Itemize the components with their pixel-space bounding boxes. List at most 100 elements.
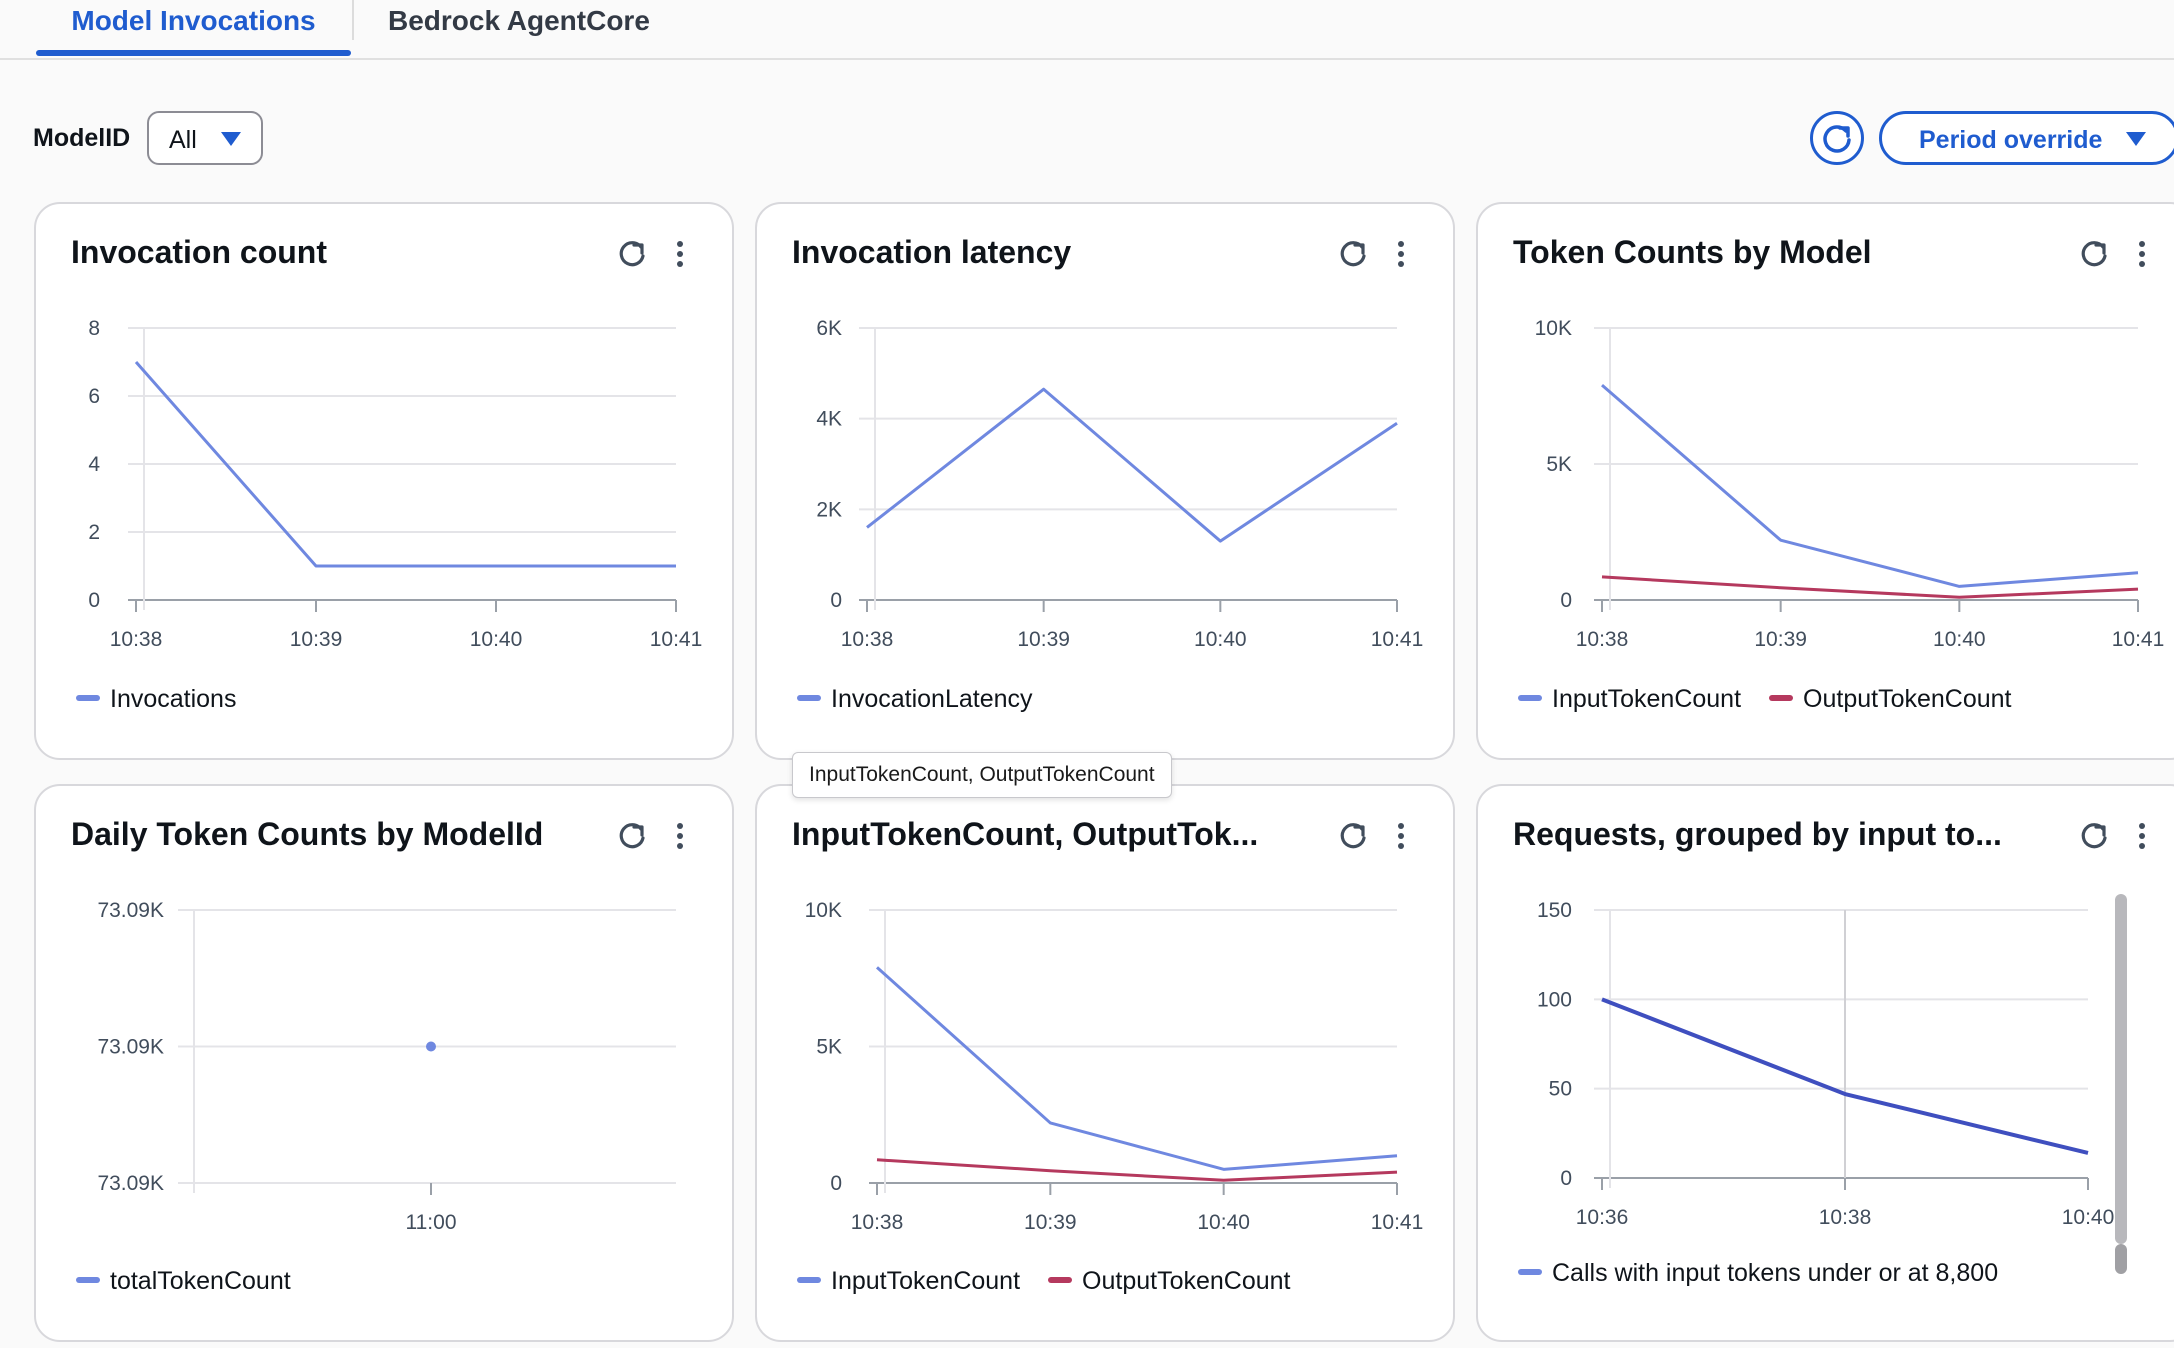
chart-legend: InputTokenCount OutputTokenCount [1518,685,2040,714]
x-tick-label: 10:40 [2062,1206,2115,1229]
legend-item[interactable]: InputTokenCount [797,1267,1020,1296]
legend-swatch [1518,1269,1542,1276]
x-tick-label: 10:40 [1194,628,1247,651]
x-tick-label: 10:40 [1933,628,1986,651]
y-tick-label: 0 [830,1172,842,1195]
x-tick-label: 10:36 [1576,1206,1629,1229]
legend-swatch [76,695,100,702]
y-tick-label: 100 [1537,988,1572,1011]
x-tick-label: 10:38 [1819,1206,1872,1229]
legend-label: InvocationLatency [831,685,1033,713]
legend-swatch [797,1277,821,1284]
y-tick-label: 0 [88,589,100,612]
x-tick-label: 10:39 [290,628,343,651]
period-override-button[interactable]: Period override [1879,111,2174,165]
legend-item[interactable]: InputTokenCount [1518,685,1741,714]
legend-swatch [76,1277,100,1284]
chart-legend: totalTokenCount [76,1267,319,1296]
legend-label: InputTokenCount [831,1267,1021,1295]
y-tick-label: 10K [1535,317,1572,340]
widget-title-tooltip: InputTokenCount, OutputTokenCount [792,752,1172,798]
y-tick-label: 2 [88,521,100,544]
chart-plot: 73.09K 73.09K 73.09K 11:00 [97,899,676,1234]
widget-input-output-token-count: InputTokenCount, OutputTok... 0 5K 10K 10:3… [755,784,1455,1342]
tab-divider [352,0,354,40]
series-line[interactable] [1601,383,2139,588]
modelid-filter-label: ModelID [33,124,131,152]
caret-down-icon [221,132,241,146]
chart-legend: InputTokenCount OutputTokenCount [797,1267,1319,1296]
y-tick-label: 5K [816,1036,842,1059]
x-tick-label: 10:40 [1197,1211,1250,1234]
y-tick-label: 10K [805,899,842,922]
y-tick-label: 73.09K [97,899,164,922]
widget-requests-grouped: Requests, grouped by input to... 0 50 100 1… [1476,784,2174,1342]
widget-scrollbar[interactable] [2111,888,2131,1308]
y-tick-label: 4K [816,408,842,431]
y-tick-label: 2K [816,498,842,521]
y-tick-label: 50 [1549,1078,1572,1101]
legend-label: OutputTokenCount [1082,1267,1291,1295]
chart-plot: 0 5K 10K 10:38 10:39 10:40 10:41 [805,899,1424,1234]
scrollbar-track [2115,894,2127,1244]
chart-plot: 0 2K 4K 6K 10:38 10:39 10:40 10:41 [816,317,1424,651]
x-tick-label: 10:41 [650,628,703,651]
widget-invocation-count: Invocation count 0 2 4 6 8 10:38 10:39 10:40 10:… [34,202,734,760]
refresh-icon [1823,125,1851,153]
x-tick-label: 11:00 [406,1211,457,1234]
y-tick-label: 8 [88,317,100,340]
caret-down-icon [2126,132,2146,146]
y-tick-label: 6 [88,385,100,408]
x-tick-label: 10:40 [470,628,523,651]
period-override-label: Period override [1919,126,2103,154]
legend-item[interactable]: totalTokenCount [76,1267,291,1296]
x-tick-label: 10:41 [1371,628,1424,651]
legend-label: totalTokenCount [110,1267,291,1295]
scrollbar-thumb[interactable] [2115,1244,2127,1274]
legend-label: Calls with input tokens under or at 8,80… [1552,1259,1999,1287]
legend-label: OutputTokenCount [1803,685,2012,713]
legend-swatch [1769,695,1794,702]
legend-item[interactable]: Invocations [76,685,236,714]
legend-label: Invocations [110,685,237,713]
chart-plot: 0 2 4 6 8 10:38 10:39 10:40 10:41 [88,317,703,651]
chart-plot: 0 5K 10K 10:38 10:39 10:40 10:41 [1535,317,2165,651]
y-tick-label: 73.09K [97,1172,164,1195]
x-tick-label: 10:38 [110,628,163,651]
series-line[interactable] [875,966,1398,1171]
x-tick-label: 10:38 [841,628,894,651]
series-line[interactable] [866,387,1398,543]
tab-model-invocations[interactable]: Model Invocations [36,0,351,56]
widget-invocation-latency: Invocation latency 0 2K 4K 6K 10:38 10:39 10:4… [755,202,1455,760]
x-tick-label: 10:41 [2112,628,2165,651]
legend-swatch [1518,695,1542,702]
tab-bedrock-agentcore[interactable]: Bedrock AgentCore [388,0,650,42]
legend-item[interactable]: OutputTokenCount [1048,1267,1291,1296]
tab-bar: Model Invocations Bedrock AgentCore [0,0,2174,60]
refresh-all-button[interactable] [1810,111,1864,165]
chart-legend: Invocations [76,685,264,714]
widget-daily-token-counts: Daily Token Counts by ModelId 73.09K 73.0… [34,784,734,1342]
y-tick-label: 0 [830,589,842,612]
x-tick-label: 10:39 [1754,628,1807,651]
y-tick-label: 0 [1560,589,1572,612]
x-tick-label: 10:39 [1017,628,1070,651]
legend-swatch [797,695,821,702]
y-tick-label: 0 [1560,1167,1572,1190]
legend-label: InputTokenCount [1552,685,1742,713]
legend-swatch [1048,1277,1073,1284]
legend-item[interactable]: OutputTokenCount [1769,685,2012,714]
x-tick-label: 10:41 [1371,1211,1424,1234]
chart-legend: InvocationLatency [797,685,1061,714]
modelid-select[interactable]: All [147,111,263,165]
widget-token-counts-by-model: Token Counts by Model 0 5K 10K 10:38 10:39 10… [1476,202,2174,760]
legend-item[interactable]: InvocationLatency [797,685,1033,714]
x-tick-label: 10:39 [1024,1211,1077,1234]
legend-item[interactable]: Calls with input tokens under or at 8,80… [1518,1259,1998,1288]
y-tick-label: 4 [88,453,100,476]
data-point[interactable] [426,1041,436,1052]
y-tick-label: 150 [1537,899,1572,922]
modelid-select-value: All [169,126,197,154]
x-tick-label: 10:38 [1576,628,1629,651]
chart-plot: 0 50 100 150 10:36 10:38 10:40 [1537,899,2115,1229]
